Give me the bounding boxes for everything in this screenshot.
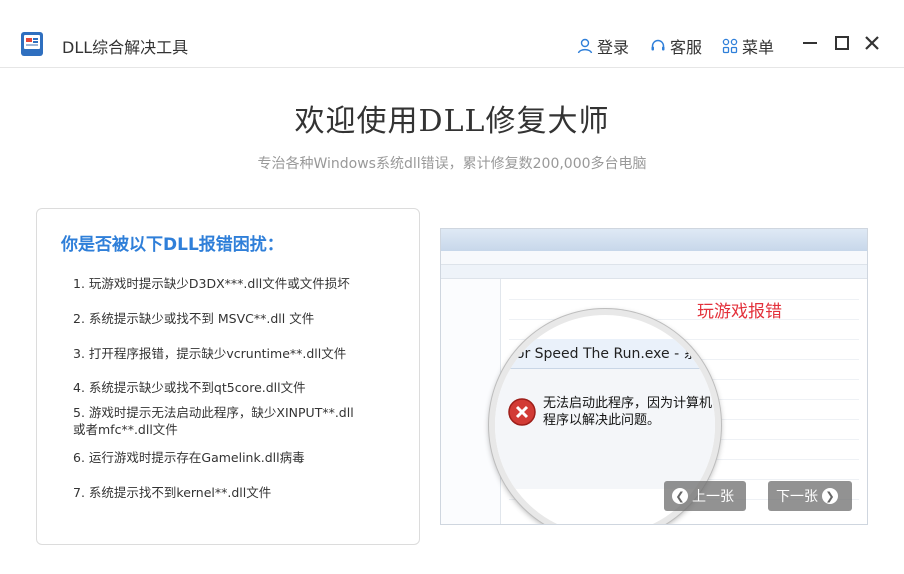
prev-label: 上一张 — [692, 489, 734, 505]
issue-item: 4. 系统提示缺少或找不到qt5core.dll文件 — [73, 380, 306, 395]
next-image-button[interactable]: 下一张 ❯ — [768, 481, 852, 511]
prev-image-button[interactable]: ❮ 上一张 — [664, 481, 746, 511]
minimize-icon[interactable] — [800, 33, 820, 53]
explorer-title-bar — [441, 229, 867, 251]
app-title: DLL综合解决工具 — [62, 38, 189, 57]
maximize-icon[interactable] — [832, 33, 852, 53]
app-logo-icon — [21, 32, 43, 56]
card-title: 你是否被以下DLL报错困扰： — [61, 235, 284, 255]
issue-item: 1. 玩游戏时提示缺少D3DX***.dll文件或文件损坏 — [73, 276, 350, 291]
menu-label: 菜单 — [742, 38, 775, 57]
next-label: 下一张 — [776, 489, 818, 505]
headset-icon — [651, 39, 665, 51]
error-dialog-title: d For Speed The Run.exe - 系统错误 — [495, 339, 715, 369]
error-message-line2: 程序以解决此问题。 — [543, 413, 661, 428]
issue-item: 3. 打开程序报错，提示缺少vcruntime**.dll文件 — [73, 346, 347, 361]
issue-item: 5. 游戏时提示无法启动此程序，缺少XINPUT**.dll或者mfc**.dl… — [73, 405, 354, 437]
dll-error-card: 你是否被以下DLL报错困扰： 1. 玩游戏时提示缺少D3DX***.dll文件或… — [36, 208, 420, 545]
chevron-left-icon: ❮ — [672, 488, 688, 504]
menu-button[interactable]: 菜单 — [722, 34, 774, 58]
service-label: 客服 — [670, 38, 703, 57]
issue-item: 6. 运行游戏时提示存在Gamelink.dll病毒 — [73, 450, 305, 465]
page-subtitle: 专治各种Windows系统dll错误，累计修复数200,000多台电脑 — [257, 156, 647, 172]
chevron-right-icon: ❯ — [822, 488, 838, 504]
issue-item: 2. 系统提示缺少或找不到 MSVC**.dll 文件 — [73, 311, 315, 326]
explorer-toolbar — [441, 265, 867, 279]
title-bar: DLL综合解决工具 登录 客服 菜单 — [0, 0, 904, 68]
error-dialog-body — [495, 369, 715, 489]
grid-menu-icon — [722, 38, 738, 54]
game-error-label: 玩游戏报错 — [697, 302, 782, 322]
issue-item: 7. 系统提示找不到kernel**.dll文件 — [73, 485, 272, 500]
error-icon — [508, 398, 536, 426]
error-message: 无法启动此程序，因为计算机中 程序以解决此问题。 — [543, 395, 721, 429]
close-icon[interactable] — [862, 33, 882, 53]
error-message-line1: 无法启动此程序，因为计算机中 — [543, 396, 721, 411]
login-button[interactable]: 登录 — [577, 34, 629, 58]
page-title: 欢迎使用DLL修复大师 — [294, 104, 610, 139]
user-icon — [577, 38, 593, 54]
login-label: 登录 — [597, 38, 630, 57]
service-button[interactable]: 客服 — [650, 34, 702, 58]
explorer-menu-bar — [441, 251, 867, 265]
